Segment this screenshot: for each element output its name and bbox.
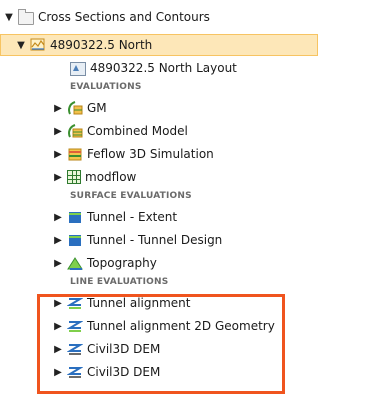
folder-icon xyxy=(18,9,34,25)
tree-node-label: Combined Model xyxy=(87,124,188,138)
tree-node-label: 4890322.5 North xyxy=(50,38,153,52)
tree-node-gm[interactable]: ▶ GM xyxy=(52,97,107,119)
tree-node-topography[interactable]: ▶ Topography xyxy=(52,252,157,274)
tree-node-label: Tunnel - Extent xyxy=(87,210,178,224)
cross-section-icon xyxy=(30,37,46,53)
project-tree: ▼ Cross Sections and Contours ▼ 4890322.… xyxy=(0,0,375,394)
tree-node-label: 4890322.5 North Layout xyxy=(90,61,237,75)
tree-node-label: modflow xyxy=(85,170,137,184)
grid-icon xyxy=(67,170,81,184)
model-icon xyxy=(67,100,83,116)
layout-icon xyxy=(70,62,86,76)
tree-node-label: Cross Sections and Contours xyxy=(38,10,210,24)
tree-node-combined-model[interactable]: ▶ Combined Model xyxy=(52,120,188,142)
collapsed-triangle-icon[interactable]: ▶ xyxy=(52,212,64,223)
highlight-annotation-box xyxy=(37,294,285,394)
topography-icon xyxy=(67,255,83,271)
collapsed-triangle-icon[interactable]: ▶ xyxy=(52,172,64,183)
tree-node-label: GM xyxy=(87,101,107,115)
tree-node-modflow[interactable]: ▶ modflow xyxy=(52,166,136,188)
tree-node-north-layout[interactable]: 4890322.5 North Layout xyxy=(70,57,237,79)
tree-node-tunnel-extent[interactable]: ▶ Tunnel - Extent xyxy=(52,206,177,228)
tree-node-cross-sections[interactable]: ▼ Cross Sections and Contours xyxy=(3,6,210,28)
surface-icon xyxy=(67,209,83,225)
feflow-icon xyxy=(67,146,83,162)
section-header-surface-evaluations: SURFACE EVALUATIONS xyxy=(70,191,192,201)
section-header-line-evaluations: LINE EVALUATIONS xyxy=(70,277,169,287)
collapsed-triangle-icon[interactable]: ▶ xyxy=(52,258,64,269)
tree-node-feflow[interactable]: ▶ Feflow 3D Simulation xyxy=(52,143,214,165)
tree-node-north[interactable]: ▼ 4890322.5 North xyxy=(15,34,152,56)
tree-node-label: Topography xyxy=(87,256,157,270)
collapsed-triangle-icon[interactable]: ▶ xyxy=(52,235,64,246)
expanded-triangle-icon[interactable]: ▼ xyxy=(3,12,15,23)
collapsed-triangle-icon[interactable]: ▶ xyxy=(52,103,64,114)
tree-node-label: Feflow 3D Simulation xyxy=(87,147,214,161)
expanded-triangle-icon[interactable]: ▼ xyxy=(15,40,27,51)
model-icon xyxy=(67,123,83,139)
tree-node-label: Tunnel - Tunnel Design xyxy=(87,233,223,247)
tree-node-tunnel-design[interactable]: ▶ Tunnel - Tunnel Design xyxy=(52,229,222,251)
collapsed-triangle-icon[interactable]: ▶ xyxy=(52,149,64,160)
collapsed-triangle-icon[interactable]: ▶ xyxy=(52,126,64,137)
section-header-evaluations: EVALUATIONS xyxy=(70,82,142,92)
surface-icon xyxy=(67,232,83,248)
